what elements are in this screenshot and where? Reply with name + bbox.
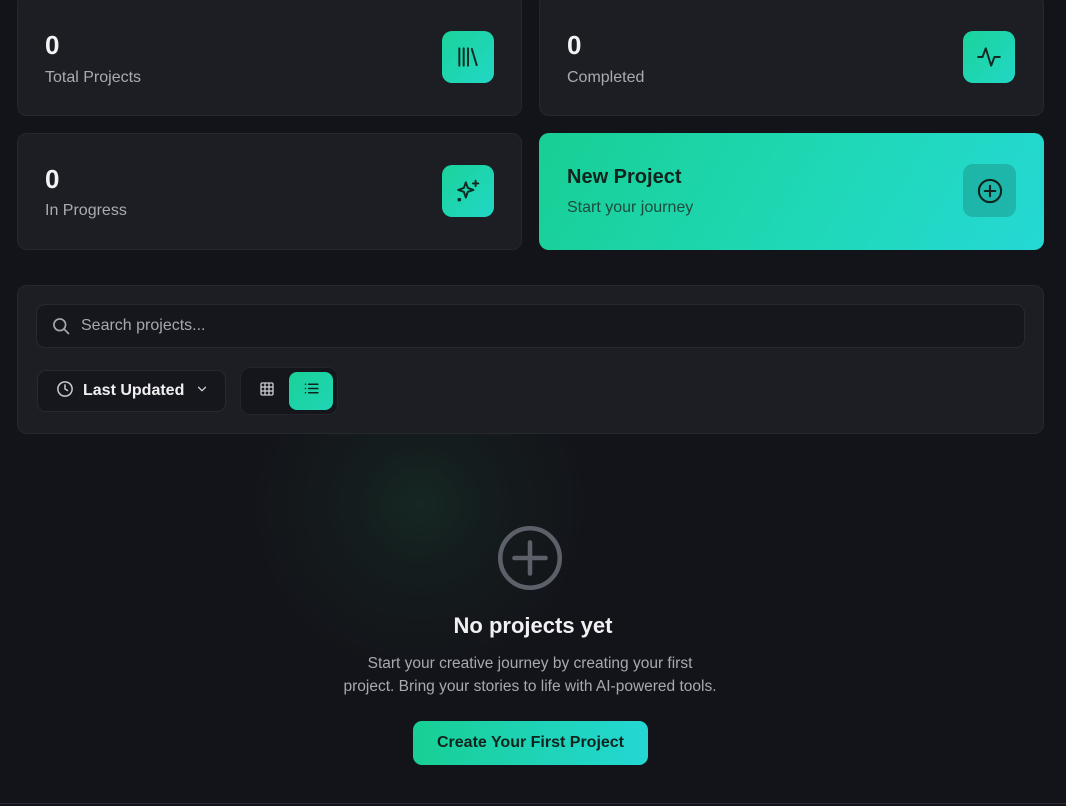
stat-card-in-progress: 0 In Progress [17, 133, 522, 250]
plus-circle-icon [963, 164, 1016, 217]
list-icon [303, 380, 320, 402]
stat-card-total-projects: 0 Total Projects [17, 0, 522, 116]
dashboard-page: 0 Total Projects 0 Completed 0 In Progre… [0, 0, 1066, 806]
create-first-project-button[interactable]: Create Your First Project [413, 721, 648, 765]
sparkles-icon [442, 165, 494, 217]
view-toggle [240, 367, 338, 415]
divider [0, 803, 1066, 804]
stat-card-completed: 0 Completed [539, 0, 1044, 116]
grid-view-button[interactable] [245, 372, 289, 410]
sort-label: Last Updated [83, 382, 185, 399]
grid-icon [259, 381, 275, 402]
filter-panel: Last Updated [17, 285, 1044, 434]
chevron-down-icon [195, 382, 209, 401]
completed-label: Completed [567, 69, 645, 86]
library-icon [442, 31, 494, 83]
search-icon [51, 316, 71, 341]
activity-icon [963, 31, 1015, 83]
empty-state-description: Start your creative journey by creating … [343, 655, 717, 695]
search-bar [36, 304, 1025, 348]
new-project-card[interactable]: New Project Start your journey [539, 133, 1044, 250]
new-project-title: New Project [567, 166, 682, 188]
clock-icon [56, 380, 74, 403]
total-projects-label: Total Projects [45, 69, 142, 86]
in-progress-label: In Progress [45, 202, 127, 219]
new-project-subtitle: Start your journey [567, 199, 694, 216]
search-input[interactable] [81, 305, 1001, 347]
empty-state-title: No projects yet [453, 613, 613, 638]
completed-value: 0 [567, 30, 582, 60]
sort-dropdown[interactable]: Last Updated [37, 370, 226, 412]
plus-circle-icon [496, 524, 564, 597]
in-progress-value: 0 [45, 164, 60, 194]
list-view-button[interactable] [289, 372, 333, 410]
total-projects-value: 0 [45, 30, 60, 60]
